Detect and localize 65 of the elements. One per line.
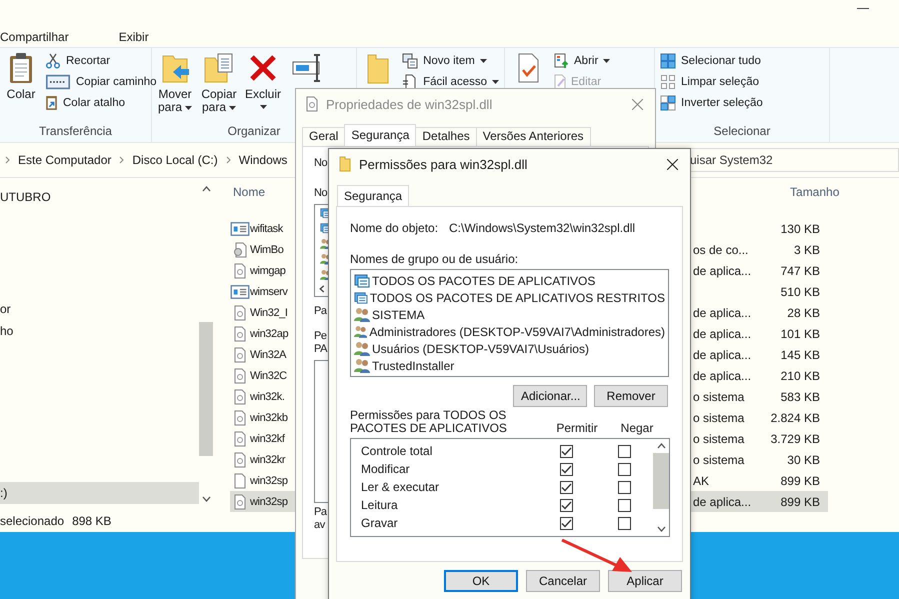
file-type: de aplica... (693, 306, 752, 320)
file-size: 28 KB (786, 306, 820, 320)
column-header: Negar (620, 421, 654, 435)
column-header: Permitir (555, 421, 599, 435)
file-size: 3 KB (792, 242, 820, 256)
field-label: Pe (314, 330, 327, 343)
file-type: o sistema (693, 432, 744, 446)
file-size: 747 KB (780, 264, 820, 278)
file-size: 899 KB (780, 474, 820, 488)
status-text: selecionado (0, 514, 64, 528)
file-name: win32k. (250, 390, 284, 402)
field-label: av (314, 519, 325, 532)
file-size: 130 KB (780, 222, 820, 236)
permission-name: Leitura (361, 498, 399, 512)
file-name: wimserv (250, 286, 288, 298)
file-name: WimBo (250, 244, 284, 256)
file-size: 899 KB (780, 494, 820, 508)
field-label: Pa (314, 506, 327, 519)
field-label: Pa (314, 305, 327, 318)
file-size: 583 KB (780, 390, 820, 404)
field-label: No (314, 187, 328, 200)
file-type: de aplica... (693, 326, 752, 340)
dialog-title: Permissões para win32spl.dll (359, 156, 528, 172)
file-size: 210 KB (780, 368, 820, 382)
permission-name: Gravar (361, 516, 399, 530)
file-name: win32kb (250, 412, 288, 424)
file-type: de aplica... (693, 348, 752, 362)
field-label: No (314, 157, 328, 170)
field-label: Nomes de grupo ou de usuário: (350, 252, 518, 266)
file-type: o sistema (693, 390, 744, 404)
file-type: os de co... (693, 242, 748, 256)
status-text: 898 KB (72, 514, 112, 528)
file-name: win32kr (250, 454, 286, 466)
file-name: Win32_I (250, 306, 288, 318)
permission-name: Modificar (361, 462, 411, 476)
object-path: C:\Windows\System32\win32spl.dll (449, 221, 636, 235)
field-label: Nome do objeto: (350, 221, 440, 235)
file-name: win32ap (250, 328, 288, 340)
file-name: wimgap (250, 264, 286, 276)
field-label: PA (314, 343, 328, 356)
file-type: o sistema (693, 410, 744, 424)
group-label: Organizar (228, 123, 280, 140)
permission-name: Ler & executar (361, 480, 440, 494)
field-label: Permissões para TODOS OS PACOTES DE APLICATIVOS (350, 409, 508, 435)
file-size: 3.729 KB (770, 432, 820, 446)
file-type: de aplica... (693, 494, 752, 508)
file-name: Win32C (250, 370, 287, 382)
file-size: 145 KB (780, 348, 820, 362)
file-name: wifitask (250, 222, 283, 234)
file-size: 101 KB (780, 326, 820, 340)
file-type: de aplica... (693, 368, 752, 382)
dialog-title: Propriedades de win32spl.dll (326, 96, 492, 112)
file-name: win32sp (250, 496, 288, 508)
file-size: 30 KB (786, 452, 820, 466)
file-size: 510 KB (780, 284, 820, 298)
file-name: win32kf (250, 432, 284, 444)
file-size: 2.824 KB (770, 410, 820, 424)
file-type: o sistema (693, 452, 744, 466)
file-name: Win32A (250, 348, 286, 360)
group-label: Selecionar (714, 123, 770, 140)
file-type: AK (693, 474, 710, 488)
file-type: de aplica... (693, 264, 752, 278)
file-name: win32sp (250, 474, 288, 486)
group-label: Transferência (39, 123, 112, 140)
permission-name: Controle total (361, 444, 434, 458)
